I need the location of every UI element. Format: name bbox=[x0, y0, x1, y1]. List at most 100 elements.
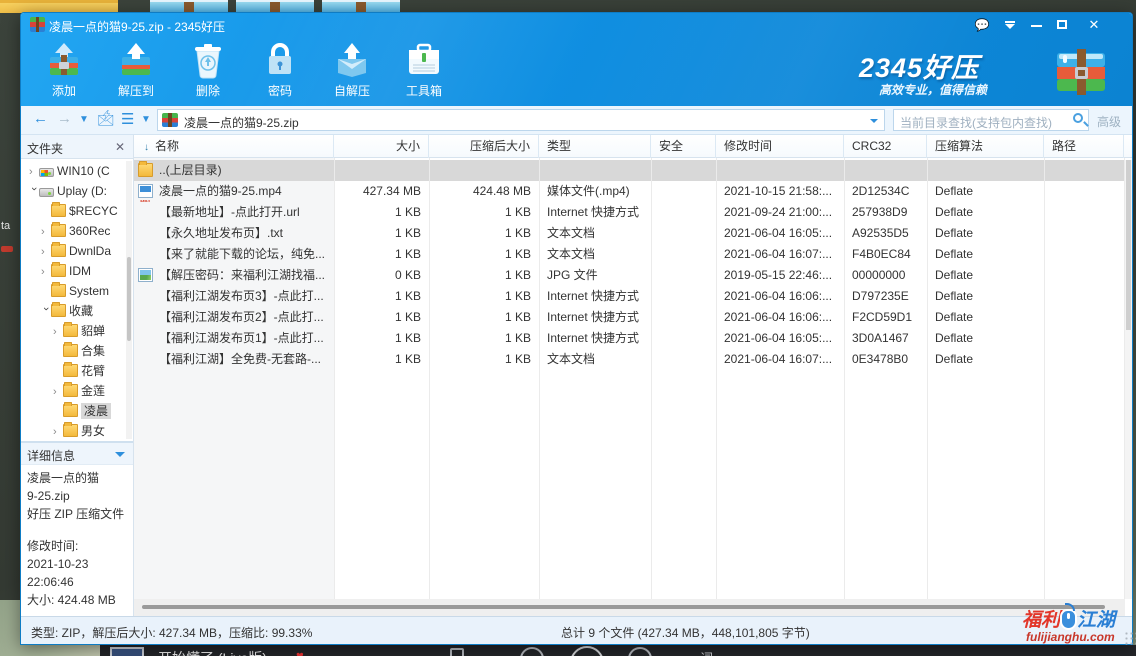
play-button[interactable] bbox=[570, 646, 604, 656]
tree-scrollbar-thumb[interactable] bbox=[127, 257, 131, 341]
table-row[interactable]: 【福利江湖发布页2】-点此打...1 KB1 KBInternet 快捷方式20… bbox=[134, 307, 1132, 328]
table-row[interactable]: 【福利江湖发布页3】-点此打...1 KB1 KBInternet 快捷方式20… bbox=[134, 286, 1132, 307]
delete-button[interactable]: 删除 bbox=[175, 39, 241, 103]
vertical-scrollbar-thumb[interactable] bbox=[1126, 160, 1131, 330]
tree-item-label: Uplay (D: bbox=[57, 184, 107, 198]
cell-path bbox=[1044, 328, 1124, 349]
column-header-type[interactable]: 类型 bbox=[539, 135, 651, 158]
share-icon[interactable] bbox=[450, 648, 464, 656]
search-input[interactable]: 当前目录查找(支持包内查找) bbox=[893, 109, 1089, 131]
close-panel-icon[interactable]: ✕ bbox=[115, 140, 125, 154]
table-row[interactable]: 【福利江湖发布页1】-点此打...1 KB1 KBInternet 快捷方式20… bbox=[134, 328, 1132, 349]
minimize-button[interactable] bbox=[1025, 16, 1047, 34]
expand-icon[interactable]: › bbox=[41, 262, 51, 282]
view-mode-icon[interactable]: ☰ bbox=[121, 110, 134, 128]
forward-icon[interactable]: → bbox=[57, 110, 72, 127]
address-field[interactable]: 凌晨一点的猫9-25.zip bbox=[157, 109, 885, 131]
expand-icon[interactable]: › bbox=[53, 382, 63, 402]
menu-caret-icon[interactable] bbox=[999, 16, 1021, 34]
horizontal-scrollbar-thumb[interactable] bbox=[142, 605, 1105, 609]
column-header-name[interactable]: ↓名称 bbox=[136, 135, 334, 158]
tree-item-花臂[interactable]: 花臂 bbox=[21, 361, 133, 381]
view-caret-icon[interactable]: ▼ bbox=[141, 114, 151, 125]
folder-tree: ›WIN10 (C›Uplay (D:$RECYC›360Rec›DwnlDa›… bbox=[21, 161, 133, 439]
details-line: 好压 ZIP 压缩文件 bbox=[27, 505, 131, 523]
tree-scrollbar[interactable] bbox=[126, 161, 132, 439]
expand-icon[interactable]: › bbox=[41, 242, 51, 262]
folder-icon bbox=[63, 324, 78, 337]
column-gridline bbox=[927, 158, 928, 599]
tree-item-360Rec[interactable]: ›360Rec bbox=[21, 221, 133, 241]
cell-name: 【福利江湖发布页3】-点此打... bbox=[136, 286, 334, 307]
cell-name: 【福利江湖发布页2】-点此打... bbox=[136, 307, 334, 328]
heart-icon[interactable]: ♥ bbox=[296, 648, 304, 656]
cell-size bbox=[334, 160, 429, 181]
tree-item-DwnlDa[interactable]: ›DwnlDa bbox=[21, 241, 133, 261]
tree-item-合集[interactable]: 合集 bbox=[21, 341, 133, 361]
lyrics-button[interactable]: 词 bbox=[700, 648, 713, 656]
expand-icon[interactable]: › bbox=[53, 422, 63, 439]
tools-button[interactable]: 工具箱 bbox=[391, 39, 457, 103]
maximize-button[interactable] bbox=[1051, 16, 1073, 34]
table-row[interactable]: 凌晨一点的猫9-25.mp4427.34 MB424.48 MB媒体文件(.mp… bbox=[134, 181, 1132, 202]
table-row[interactable]: 【永久地址发布页】.txt1 KB1 KB文本文档2021-06-04 16:0… bbox=[134, 223, 1132, 244]
column-header-mtime[interactable]: 修改时间 bbox=[716, 135, 844, 158]
sfx-button[interactable]: 自解压 bbox=[319, 39, 385, 103]
table-row[interactable]: 【来了就能下载的论坛，纯免...1 KB1 KB文本文档2021-06-04 1… bbox=[134, 244, 1132, 265]
add-button[interactable]: 添加 bbox=[31, 39, 97, 103]
column-header-packed[interactable]: 压缩后大小 bbox=[429, 135, 539, 158]
column-header-label: 压缩算法 bbox=[935, 139, 983, 153]
cell-secure bbox=[651, 202, 716, 223]
expand-icon[interactable]: › bbox=[53, 322, 63, 342]
feedback-icon[interactable]: 💬 bbox=[971, 16, 993, 34]
album-art[interactable] bbox=[110, 647, 144, 656]
expand-icon[interactable]: › bbox=[41, 222, 51, 242]
table-row[interactable]: 【最新地址】-点此打开.url1 KB1 KBInternet 快捷方式2021… bbox=[134, 202, 1132, 223]
tree-item-IDM[interactable]: ›IDM bbox=[21, 261, 133, 281]
column-header-label: 安全 bbox=[659, 139, 683, 153]
tree-item-凌晨[interactable]: 凌晨 bbox=[21, 401, 133, 421]
table-row[interactable]: 【解压密码：来福利江湖找福...0 KB1 KBJPG 文件2019-05-15… bbox=[134, 265, 1132, 286]
tree-item-WIN10 (C[interactable]: ›WIN10 (C bbox=[21, 161, 133, 181]
tree-item-Uplay (D:[interactable]: ›Uplay (D: bbox=[21, 181, 133, 201]
column-gridline bbox=[429, 158, 430, 599]
table-row[interactable]: ..(上层目录) bbox=[134, 160, 1132, 181]
password-button[interactable]: 密码 bbox=[247, 39, 313, 103]
cell-size: 1 KB bbox=[334, 328, 429, 349]
close-button[interactable]: ✕ bbox=[1083, 16, 1105, 34]
tree-item-收藏[interactable]: ›收藏 bbox=[21, 301, 133, 321]
vertical-scrollbar[interactable] bbox=[1125, 160, 1132, 599]
address-dropdown-icon[interactable] bbox=[870, 119, 878, 127]
search-icon[interactable] bbox=[1073, 113, 1083, 123]
back-icon[interactable]: ← bbox=[33, 110, 48, 127]
column-header-algo[interactable]: 压缩算法 bbox=[927, 135, 1044, 158]
tree-item-$RECYC[interactable]: $RECYC bbox=[21, 201, 133, 221]
cell-algo bbox=[927, 160, 1044, 181]
tree-item-男女[interactable]: ›男女 bbox=[21, 421, 133, 439]
column-header-size[interactable]: 大小 bbox=[334, 135, 429, 158]
advanced-search-link[interactable]: 高级 bbox=[1097, 113, 1121, 130]
details-line: 22:06:46 bbox=[27, 573, 131, 591]
file-name: 【福利江湖】全免费-无套路-... bbox=[159, 352, 321, 366]
table-row[interactable]: 【福利江湖】全免费-无套路-...1 KB1 KB文本文档2021-06-04 … bbox=[134, 349, 1132, 370]
history-caret-icon[interactable]: ▼ bbox=[79, 114, 89, 125]
cell-packed: 1 KB bbox=[429, 202, 539, 223]
cell-type: Internet 快捷方式 bbox=[539, 202, 651, 223]
next-track-button[interactable] bbox=[628, 647, 652, 656]
tree-item-System[interactable]: System bbox=[21, 281, 133, 301]
horizontal-scrollbar[interactable] bbox=[134, 599, 1125, 616]
previous-track-button[interactable] bbox=[520, 647, 544, 656]
cell-path bbox=[1044, 160, 1124, 181]
cell-packed: 1 KB bbox=[429, 265, 539, 286]
cell-path bbox=[1044, 349, 1124, 370]
column-header-path[interactable]: 路径 bbox=[1044, 135, 1124, 158]
column-header-crc[interactable]: CRC32 bbox=[844, 135, 927, 158]
extract-button[interactable]: 解压到 bbox=[103, 39, 169, 103]
tree-item-貂蝉[interactable]: ›貂蝉 bbox=[21, 321, 133, 341]
expand-icon[interactable]: › bbox=[29, 162, 39, 182]
up-level-icon[interactable]: 🖄 bbox=[97, 110, 115, 135]
tree-item-金莲[interactable]: ›金莲 bbox=[21, 381, 133, 401]
column-header-secure[interactable]: 安全 bbox=[651, 135, 716, 158]
details-caret-icon[interactable] bbox=[115, 452, 125, 462]
title-bar[interactable]: 凌晨一点的猫9-25.zip - 2345好压 💬 ✕ bbox=[21, 13, 1132, 37]
